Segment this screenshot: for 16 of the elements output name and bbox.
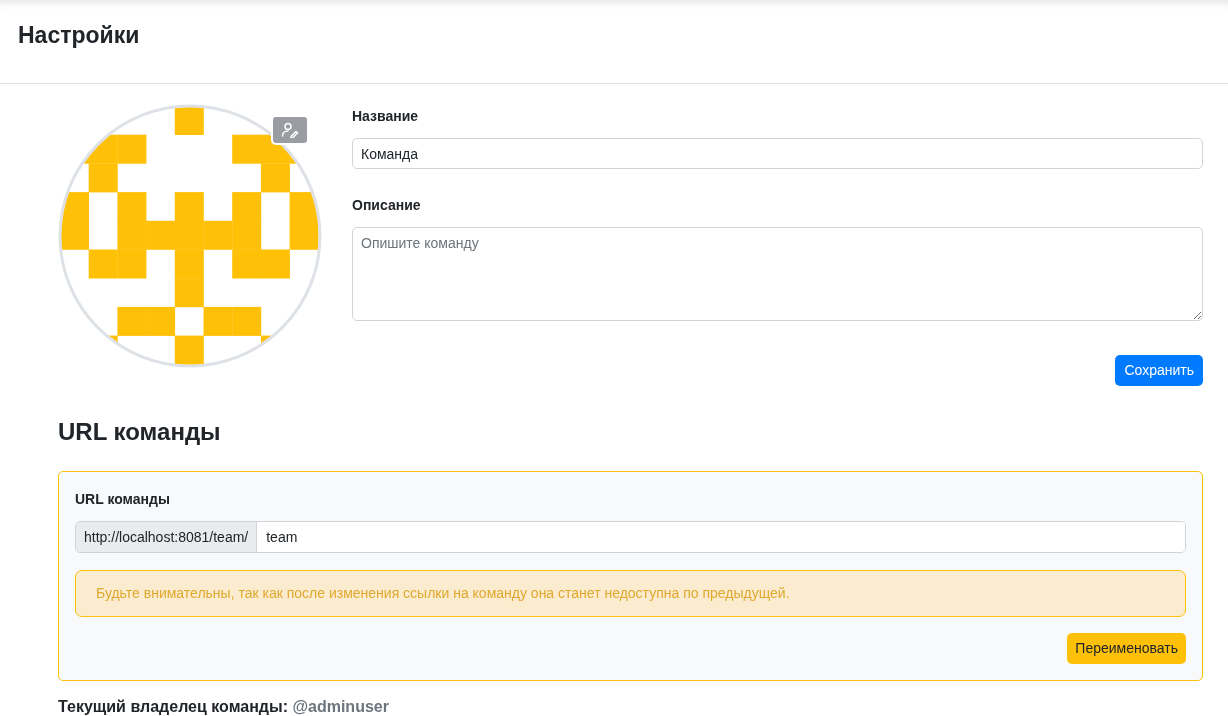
save-button[interactable]: Сохранить	[1115, 355, 1203, 386]
owner-label: Текущий владелец команды:	[58, 698, 288, 715]
url-label: URL команды	[75, 490, 171, 509]
owner-username: @adminuser	[292, 698, 389, 715]
section-heading: URL команды	[58, 417, 222, 447]
description-label: Описание	[352, 196, 422, 215]
user-edit-icon	[281, 122, 299, 138]
warning-text: Будьте внимательны, так как после изменения ссылки на команду она станет недоступна по предыдущей.	[96, 584, 790, 603]
description-textarea[interactable]: Опишите команду	[352, 227, 1203, 321]
name-label: Название	[352, 107, 420, 126]
url-input-group[interactable]: http://localhost:8081/team/ team	[75, 521, 1186, 553]
url-prefix: http://localhost:8081/team/	[76, 522, 258, 552]
name-input[interactable]: Команда	[352, 138, 1203, 169]
edit-avatar-button[interactable]	[271, 115, 309, 145]
rename-button[interactable]: Переименовать	[1067, 633, 1186, 664]
page-title: Настройки	[18, 21, 140, 51]
